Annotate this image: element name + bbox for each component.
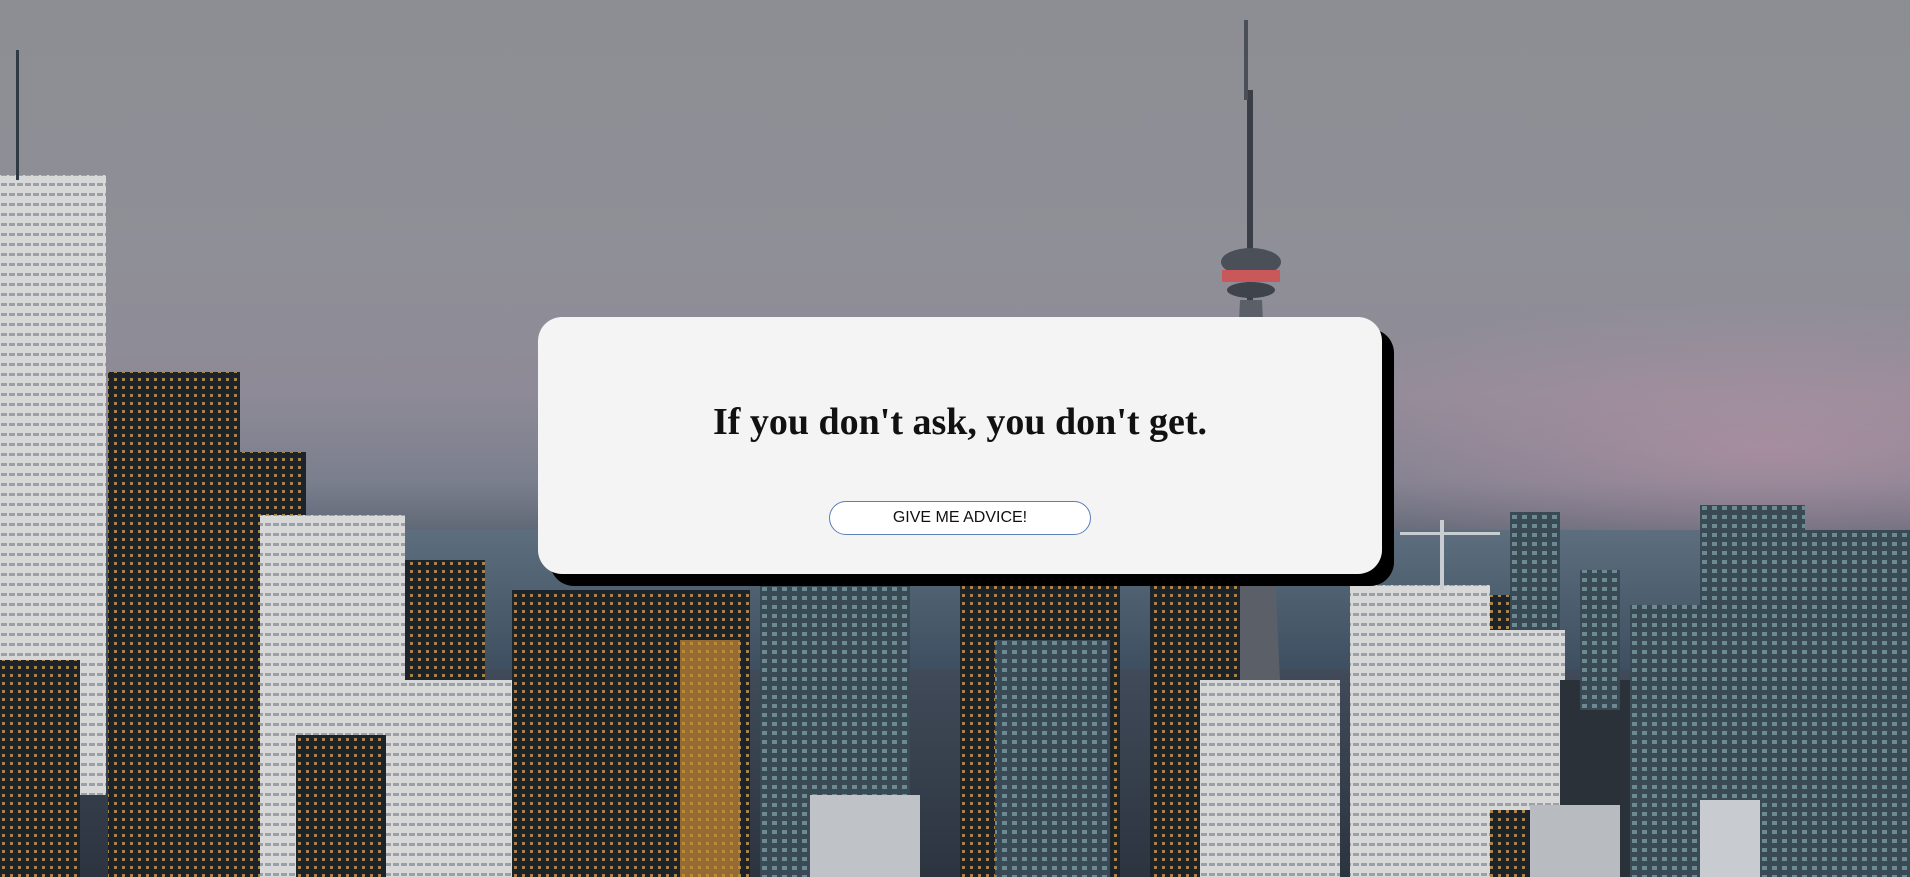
- advice-quote: If you don't ask, you don't get.: [712, 401, 1208, 443]
- city-skyline-background: If you don't ask, you don't get. GIVE ME…: [0, 0, 1910, 877]
- advice-card: If you don't ask, you don't get. GIVE ME…: [538, 317, 1382, 574]
- give-advice-button[interactable]: GIVE ME ADVICE!: [829, 501, 1091, 535]
